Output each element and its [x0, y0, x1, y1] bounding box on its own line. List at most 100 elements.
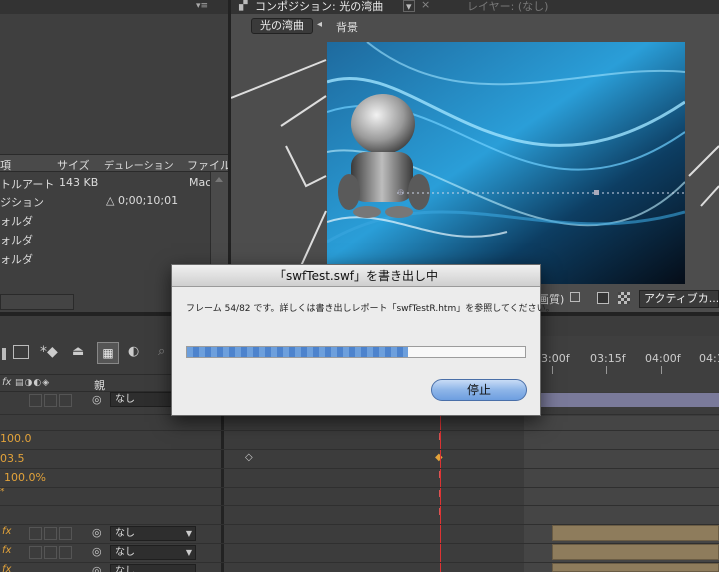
- switch-box[interactable]: [29, 527, 42, 540]
- ruler-label: 3:00f: [541, 352, 570, 365]
- comp-image: ⊕: [327, 42, 685, 284]
- layer-row[interactable]: fx ◎ なし: [0, 563, 221, 572]
- work-area-bar[interactable]: [537, 393, 719, 407]
- fx-icon[interactable]: fx: [2, 526, 11, 537]
- composition-footer: 画質) アクティブカ...: [538, 290, 719, 310]
- project-panel-header: [0, 0, 228, 14]
- layer-row[interactable]: fx ◎ なし ▼: [0, 525, 221, 543]
- parent-value: なし: [115, 394, 135, 405]
- property-marker-icon: *: [0, 487, 5, 497]
- item-name: トルアート: [0, 178, 55, 191]
- shy-icon[interactable]: ⏏: [72, 344, 84, 359]
- chevron-down-icon: ▼: [185, 529, 192, 538]
- pickwhip-icon[interactable]: ◎: [92, 526, 102, 539]
- property-value[interactable]: 03.5: [0, 452, 25, 465]
- motion-blur-icon[interactable]: ◐: [128, 344, 139, 359]
- ruler-tick: [606, 366, 607, 374]
- fx-icon[interactable]: fx: [2, 545, 11, 556]
- frame-blending-icon[interactable]: ▦: [97, 342, 119, 364]
- row-divider: [0, 562, 719, 563]
- switch-box[interactable]: [44, 394, 57, 407]
- progress-bar: [186, 346, 526, 358]
- comp-mini-flowchart-icon[interactable]: [13, 345, 29, 359]
- separator-icon: [570, 292, 580, 302]
- column-name[interactable]: 項: [0, 157, 11, 173]
- parent-select[interactable]: なし ▼: [110, 545, 196, 560]
- row-divider: [0, 430, 719, 431]
- tab-dropdown-icon[interactable]: ▾: [403, 0, 415, 13]
- draft-3d-icon[interactable]: *◆: [40, 344, 58, 360]
- nav-background-link[interactable]: 背景: [336, 19, 358, 35]
- export-progress-dialog: 「swfTest.swf」を書き出し中 フレーム 54/82 です。詳しくは書き…: [171, 264, 555, 416]
- stop-button[interactable]: 停止: [431, 379, 527, 401]
- lock-icon[interactable]: ▞: [239, 0, 247, 11]
- panel-menu-icon[interactable]: ▾≡: [196, 1, 208, 11]
- svg-text:⊕: ⊕: [397, 188, 405, 198]
- item-duration: △ 0;00;10;01: [106, 194, 179, 207]
- graph-editor-icon[interactable]: ⌕: [158, 344, 165, 359]
- switch-box[interactable]: [29, 394, 42, 407]
- switches-header-icons: ▤◑◐◈: [15, 378, 51, 388]
- close-icon[interactable]: ×: [421, 0, 430, 11]
- chevron-down-icon: ▼: [185, 548, 192, 557]
- row-divider: [0, 505, 719, 506]
- keyframe-selected-icon[interactable]: ◆: [435, 452, 443, 463]
- parent-select[interactable]: なし ▼: [110, 526, 196, 541]
- row-divider: [0, 524, 719, 525]
- keyframe-icon[interactable]: ◇: [245, 452, 253, 463]
- project-row[interactable]: トルアート 143 KB Mac: [0, 174, 212, 193]
- ruler-label: 04:00f: [645, 352, 681, 365]
- dialog-message: フレーム 54/82 です。詳しくは書き出しレポート「swfTestR.htm」…: [186, 304, 555, 314]
- ruler-label: 03:15f: [590, 352, 626, 365]
- parent-select[interactable]: なし: [110, 564, 196, 572]
- nav-current-comp[interactable]: 光の湾曲: [251, 18, 313, 34]
- row-divider: [0, 543, 719, 544]
- property-value[interactable]: 100.0%: [4, 471, 46, 484]
- ruler-tick: [552, 366, 553, 374]
- pickwhip-icon[interactable]: ◎: [92, 564, 102, 572]
- column-duration[interactable]: デュレーション: [104, 157, 174, 172]
- item-name: ォルダ: [0, 215, 33, 228]
- column-size[interactable]: サイズ: [57, 157, 90, 173]
- pickwhip-icon[interactable]: ◎: [92, 393, 102, 406]
- switch-box[interactable]: [59, 394, 72, 407]
- project-row[interactable]: ォルダ: [0, 230, 210, 249]
- dialog-title: 「swfTest.swf」を書き出し中: [172, 265, 540, 287]
- project-column-header: 項 サイズ デュレーション ファイル: [0, 154, 231, 173]
- transparency-grid-icon[interactable]: [618, 292, 630, 304]
- row-divider: [0, 449, 719, 450]
- layer-row[interactable]: fx ◎ なし ▼: [0, 544, 221, 562]
- parent-value: なし: [115, 528, 135, 539]
- current-time-indicator[interactable]: [440, 392, 441, 572]
- layer-bar[interactable]: [552, 525, 719, 541]
- active-camera-menu[interactable]: アクティブカ...: [639, 290, 719, 308]
- switch-box[interactable]: [29, 546, 42, 559]
- switch-box[interactable]: [44, 546, 57, 559]
- tab-layer[interactable]: レイヤー: (なし): [467, 0, 548, 14]
- region-icon[interactable]: [597, 292, 609, 304]
- row-divider: [0, 487, 719, 488]
- project-bottom-bar[interactable]: [0, 294, 74, 310]
- composition-viewer[interactable]: ⊕: [327, 42, 685, 284]
- tab-composition[interactable]: コンポジション: 光の湾曲: [255, 0, 383, 14]
- project-row[interactable]: ジション △ 0;00;10;01: [0, 192, 210, 211]
- switch-box[interactable]: [59, 546, 72, 559]
- ruler-tick: [661, 366, 662, 374]
- progress-fill: [187, 347, 409, 357]
- column-file[interactable]: ファイル: [187, 157, 231, 173]
- toolbar-edge-icon: [2, 348, 6, 360]
- project-row[interactable]: ォルダ: [0, 211, 210, 230]
- fx-icon[interactable]: fx: [2, 564, 11, 572]
- row-divider: [0, 468, 719, 469]
- switch-box[interactable]: [44, 527, 57, 540]
- item-name: ジション: [0, 196, 44, 209]
- item-name: ォルダ: [0, 234, 33, 247]
- item-size: 143 KB: [59, 176, 99, 189]
- switch-box[interactable]: [59, 527, 72, 540]
- property-value[interactable]: 100.0: [0, 432, 32, 445]
- parent-value: なし: [115, 547, 135, 558]
- item-file: Mac: [189, 176, 212, 189]
- layer-bar[interactable]: [552, 563, 719, 572]
- pickwhip-icon[interactable]: ◎: [92, 545, 102, 558]
- layer-bar[interactable]: [552, 544, 719, 560]
